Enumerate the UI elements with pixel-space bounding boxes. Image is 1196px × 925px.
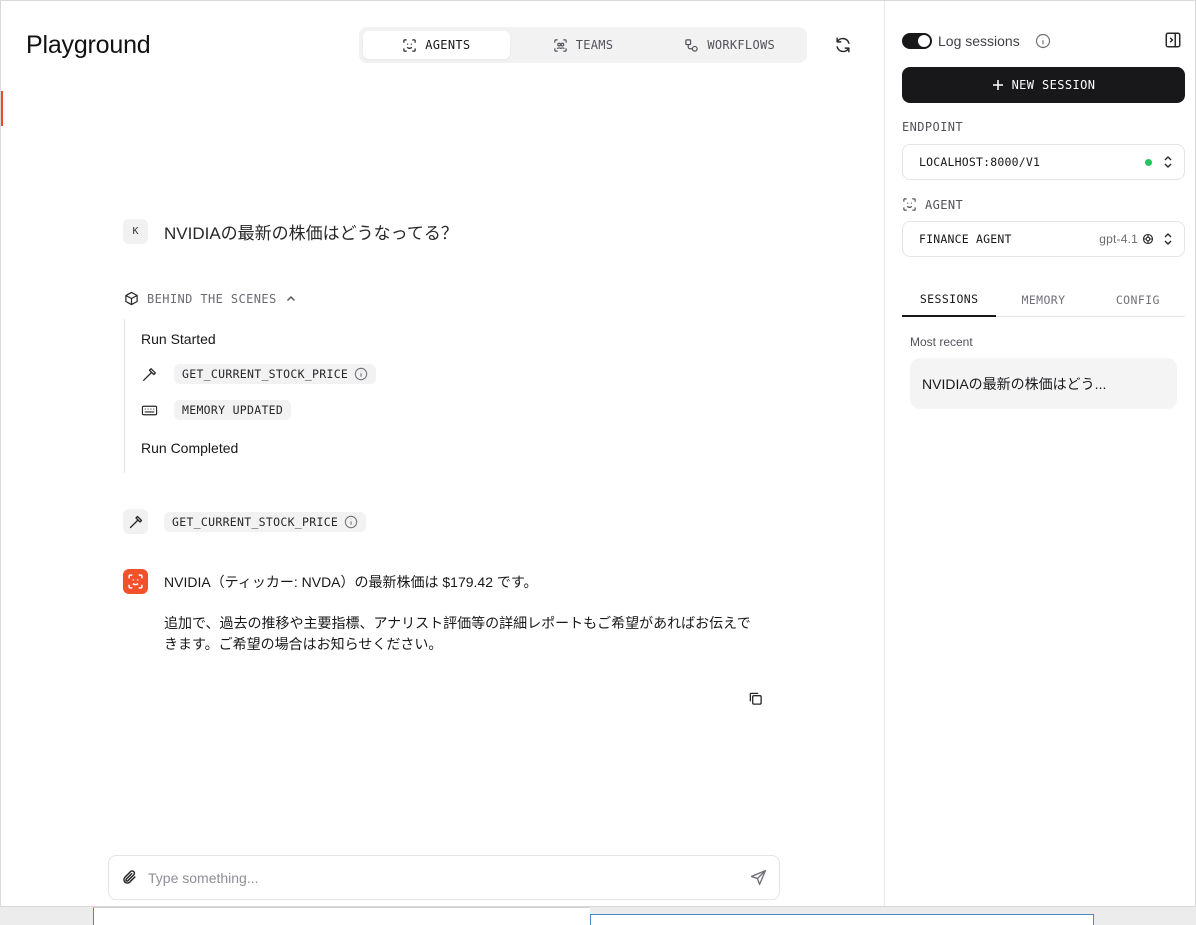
user-avatar: K (123, 219, 148, 244)
agent-scan-icon (903, 198, 916, 211)
memory-updated-pill: MEMORY UPDATED (174, 400, 292, 420)
hammer-icon (129, 515, 142, 528)
endpoint-value: LOCALHOST:8000/V1 (919, 155, 1041, 169)
tab-teams-label: TEAMS (575, 38, 614, 52)
sidebar: Log sessions NEW SESSION ENDPOINT LOCALH… (886, 1, 1195, 906)
behind-the-scenes-panel: Run Started GET_CURRENT_STOCK_PRICE MEMO… (124, 319, 524, 473)
log-sessions-label: Log sessions (938, 33, 1020, 49)
mode-tabs: AGENTS TEAMS WORKFLOWS (359, 27, 807, 63)
sidebar-collapse-icon[interactable] (1164, 31, 1182, 49)
behind-the-scenes-toggle[interactable]: BEHIND THE SCENES (124, 291, 297, 306)
endpoint-select[interactable]: LOCALHOST:8000/V1 (902, 144, 1185, 180)
tool-event-name: GET_CURRENT_STOCK_PRICE (182, 367, 349, 381)
tab-sessions[interactable]: SESSIONS (902, 283, 997, 317)
agent-label-row: AGENT (902, 197, 963, 212)
agent-face-icon (128, 574, 143, 589)
playground-window: Playground AGENTS TEAMS WORKFLOWS K NVID… (0, 0, 1196, 907)
agent-message-line: 追加で、過去の推移や主要指標、アナリスト評価等の詳細レポートもご希望があればお伝… (164, 615, 751, 652)
chevron-updown-icon (1164, 233, 1172, 245)
sidebar-tabs: SESSIONS MEMORY CONFIG (902, 283, 1185, 317)
background-window-strip (0, 907, 1196, 925)
tab-teams[interactable]: TEAMS (510, 31, 657, 59)
agent-scan-icon (403, 38, 416, 52)
behind-the-scenes-label: BEHIND THE SCENES (147, 291, 277, 306)
info-icon (354, 367, 368, 381)
tool-call-row: GET_CURRENT_STOCK_PRICE (123, 509, 367, 534)
hammer-icon (143, 367, 156, 381)
tool-avatar (123, 509, 148, 534)
run-completed-text: Run Completed (141, 440, 239, 456)
keyboard-icon (141, 405, 158, 415)
openai-icon (1142, 233, 1154, 245)
copy-icon (749, 692, 762, 705)
user-message-row: K NVIDIAの最新の株価はどうなってる？ (123, 219, 458, 244)
tool-call-name: GET_CURRENT_STOCK_PRICE (172, 514, 339, 529)
background-window-panel (93, 907, 590, 925)
log-sessions-toggle[interactable] (902, 33, 932, 49)
main-panel: Playground AGENTS TEAMS WORKFLOWS K NVID… (1, 1, 885, 906)
memory-event-row: MEMORY UPDATED (141, 400, 292, 420)
chevron-updown-icon (1164, 156, 1172, 168)
send-icon[interactable] (750, 869, 767, 886)
agent-value: FINANCE AGENT (919, 232, 1012, 246)
new-session-button[interactable]: NEW SESSION (902, 67, 1185, 103)
run-started-text: Run Started (141, 331, 216, 347)
workflow-icon (685, 38, 699, 52)
info-icon (344, 515, 358, 528)
chat-input[interactable] (148, 869, 750, 886)
tool-call-pill[interactable]: GET_CURRENT_STOCK_PRICE (164, 511, 367, 532)
agent-avatar (123, 569, 148, 594)
status-dot (1145, 158, 1152, 166)
chevron-up-icon (286, 295, 295, 301)
plus-icon (992, 80, 1003, 90)
copy-button[interactable] (746, 689, 764, 707)
page-title: Playground (26, 31, 151, 59)
tab-workflows[interactable]: WORKFLOWS (656, 31, 803, 59)
endpoint-label: ENDPOINT (902, 120, 963, 134)
tool-event-row: GET_CURRENT_STOCK_PRICE (141, 364, 377, 384)
user-message: NVIDIAの最新の株価はどうなってる？ (164, 224, 458, 243)
tab-memory[interactable]: MEMORY (996, 283, 1090, 316)
agent-message-line: NVIDIA（ティッカー: NVDA）の最新株価は $179.42 です。 (164, 574, 538, 590)
agent-message: NVIDIA（ティッカー: NVDA）の最新株価は $179.42 です。 追加… (164, 572, 764, 655)
chat-input-box (108, 855, 780, 900)
agent-select[interactable]: FINANCE AGENT gpt-4.1 (902, 221, 1185, 257)
refresh-icon (836, 37, 850, 53)
session-item[interactable]: NVIDIAの最新の株価はどう... (910, 358, 1177, 409)
cube-icon (125, 291, 138, 306)
tool-event-pill[interactable]: GET_CURRENT_STOCK_PRICE (174, 364, 377, 384)
model-name: gpt-4.1 (1099, 232, 1138, 246)
recent-sessions-label: Most recent (910, 335, 973, 349)
agent-label: AGENT (925, 197, 964, 212)
tab-agents-label: AGENTS (425, 38, 471, 52)
refresh-button[interactable] (831, 33, 855, 57)
background-window-field (590, 914, 1094, 925)
scroll-marker (1, 91, 3, 126)
tab-agents[interactable]: AGENTS (363, 31, 510, 59)
team-scan-icon (553, 38, 567, 52)
paperclip-icon[interactable] (121, 869, 138, 886)
info-icon[interactable] (1035, 33, 1051, 49)
new-session-label: NEW SESSION (1011, 78, 1096, 92)
tab-workflows-label: WORKFLOWS (707, 38, 776, 52)
tab-config[interactable]: CONFIG (1091, 283, 1185, 316)
